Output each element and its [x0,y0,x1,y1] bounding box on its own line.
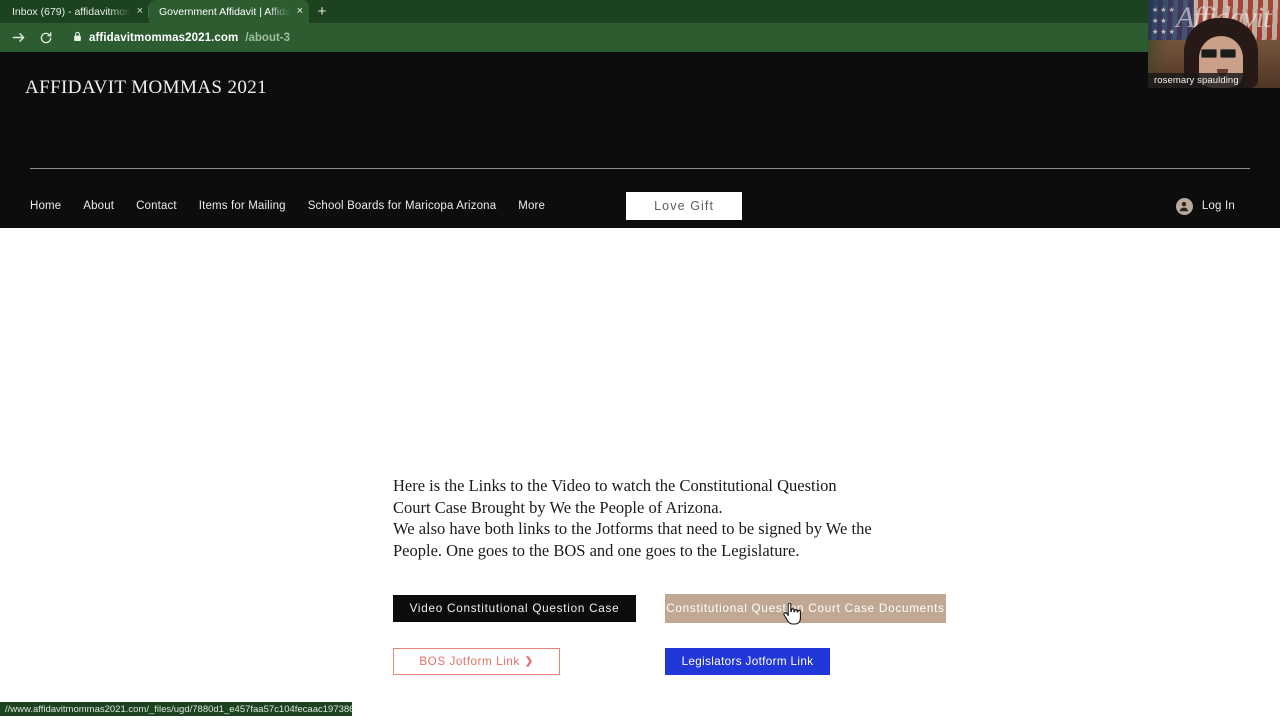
mouse-cursor-pointer [783,602,801,630]
tab-title: Inbox (679) - affidavitmommas20 [12,5,131,18]
page-content: Here is the Links to the Video to watch … [0,228,1280,716]
chevron-right-icon: ❯ [524,656,534,667]
forward-arrow-icon[interactable] [4,24,32,52]
tab-title: Government Affidavit | Affidavit M [159,5,291,18]
glasses-right-lens [1220,49,1236,58]
site-logo[interactable]: AFFIDAVIT MOMMAS 2021 [25,77,267,99]
nav-item-more[interactable]: More [518,200,545,212]
url-domain: affidavitmommas2021.com [89,31,239,44]
browser-tab-government-affidavit[interactable]: Government Affidavit | Affidavit M × [149,0,309,23]
reload-icon[interactable] [32,24,60,52]
intro-paragraph: Here is the Links to the Video to watch … [393,476,872,560]
browser-toolbar: affidavitmommas2021.com/about-3 [0,23,1280,52]
login-button[interactable]: Log In [1175,184,1235,228]
site-header: AFFIDAVIT MOMMAS 2021 Home About Contact… [0,52,1280,228]
close-icon[interactable]: × [297,6,303,17]
legislators-jotform-link-button[interactable]: Legislators Jotform Link [665,648,830,675]
love-gift-button[interactable]: Love Gift [626,192,743,220]
url-path: /about-3 [245,31,291,44]
nav-item-contact[interactable]: Contact [136,200,177,212]
webcam-name-label: rosemary spaulding [1148,73,1245,88]
bos-jotform-label: BOS Jotform Link [419,655,520,668]
webcam-overlay: Affidavit Mo rosemary spaulding [1148,0,1280,88]
nav-item-items-for-mailing[interactable]: Items for Mailing [199,200,286,212]
address-bar[interactable]: affidavitmommas2021.com/about-3 [64,27,1272,49]
status-bar-url: //www.affidavitmommas2021.com/_files/ugd… [0,702,352,716]
nav-item-home[interactable]: Home [30,200,61,212]
login-label: Log In [1201,200,1235,212]
video-constitutional-question-case-button[interactable]: Video Constitutional Question Case [393,595,636,622]
lock-icon [73,31,82,45]
browser-tab-inbox[interactable]: Inbox (679) - affidavitmommas20 × [2,0,149,23]
bos-jotform-link-button[interactable]: BOS Jotform Link ❯ [393,648,560,675]
glasses-left-lens [1201,49,1217,58]
site-navigation: Home About Contact Items for Mailing Sch… [0,184,1280,228]
tab-strip: Inbox (679) - affidavitmommas20 × Govern… [0,0,1280,23]
avatar-icon [1175,197,1193,215]
constitutional-question-court-case-documents-button[interactable]: Constitutional Question Court Case Docum… [665,594,946,623]
browser-chrome: Inbox (679) - affidavitmommas20 × Govern… [0,0,1280,52]
nav-links: Home About Contact Items for Mailing Sch… [30,192,743,220]
close-icon[interactable]: × [137,6,143,17]
nav-item-about[interactable]: About [83,200,114,212]
nav-item-school-boards[interactable]: School Boards for Maricopa Arizona [308,200,497,212]
new-tab-button[interactable]: + [309,0,335,23]
header-divider [30,168,1250,169]
